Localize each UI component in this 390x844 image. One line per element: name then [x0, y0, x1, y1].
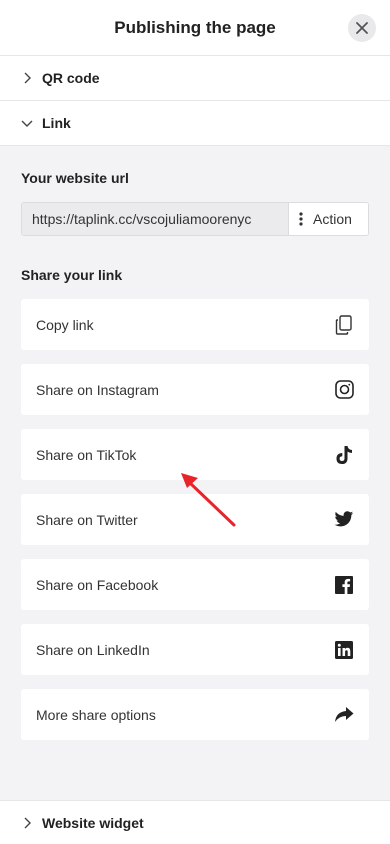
chevron-right-icon: [20, 816, 34, 830]
share-item-label: Share on LinkedIn: [36, 641, 150, 658]
link-label: Link: [42, 115, 71, 131]
website-widget-section[interactable]: Website widget: [0, 800, 390, 844]
website-widget-label: Website widget: [42, 815, 144, 831]
chevron-right-icon: [20, 71, 34, 85]
annotation-arrow: [181, 473, 236, 527]
link-panel: Your website url Action Share your link …: [0, 146, 390, 800]
linkedin-icon: [334, 640, 354, 660]
share-item-label: Share on Facebook: [36, 576, 159, 593]
copy-link-button[interactable]: Copy link: [21, 299, 369, 350]
qr-code-label: QR code: [42, 70, 100, 86]
share-item-label: Share on TikTok: [36, 446, 137, 463]
url-row: Action: [21, 202, 369, 236]
chevron-down-icon: [20, 116, 34, 130]
share-item-label: Copy link: [36, 316, 94, 333]
share-instagram-button[interactable]: Share on Instagram: [21, 364, 369, 415]
website-url-title: Your website url: [21, 170, 129, 186]
qr-code-section[interactable]: QR code: [0, 56, 390, 101]
share-item-label: More share options: [36, 706, 156, 723]
share-your-link-title: Share your link: [21, 267, 123, 283]
close-icon: [356, 22, 368, 34]
instagram-icon: [334, 380, 354, 400]
copy-icon: [334, 314, 354, 335]
twitter-icon: [334, 510, 354, 530]
share-arrow-icon: [334, 705, 354, 725]
link-section[interactable]: Link: [0, 101, 390, 146]
page-title: Publishing the page: [114, 17, 276, 37]
close-button[interactable]: [348, 14, 376, 42]
share-item-label: Share on Twitter: [36, 511, 138, 528]
facebook-icon: [334, 575, 354, 595]
more-share-options-button[interactable]: More share options: [21, 689, 369, 740]
share-facebook-button[interactable]: Share on Facebook: [21, 559, 369, 610]
tiktok-icon: [334, 445, 354, 465]
action-button[interactable]: Action: [288, 203, 368, 235]
share-linkedin-button[interactable]: Share on LinkedIn: [21, 624, 369, 675]
website-url-input[interactable]: [22, 203, 288, 235]
modal-header: Publishing the page: [0, 0, 390, 56]
action-label: Action: [313, 211, 352, 227]
share-item-label: Share on Instagram: [36, 381, 159, 398]
more-vertical-icon: [299, 212, 303, 226]
